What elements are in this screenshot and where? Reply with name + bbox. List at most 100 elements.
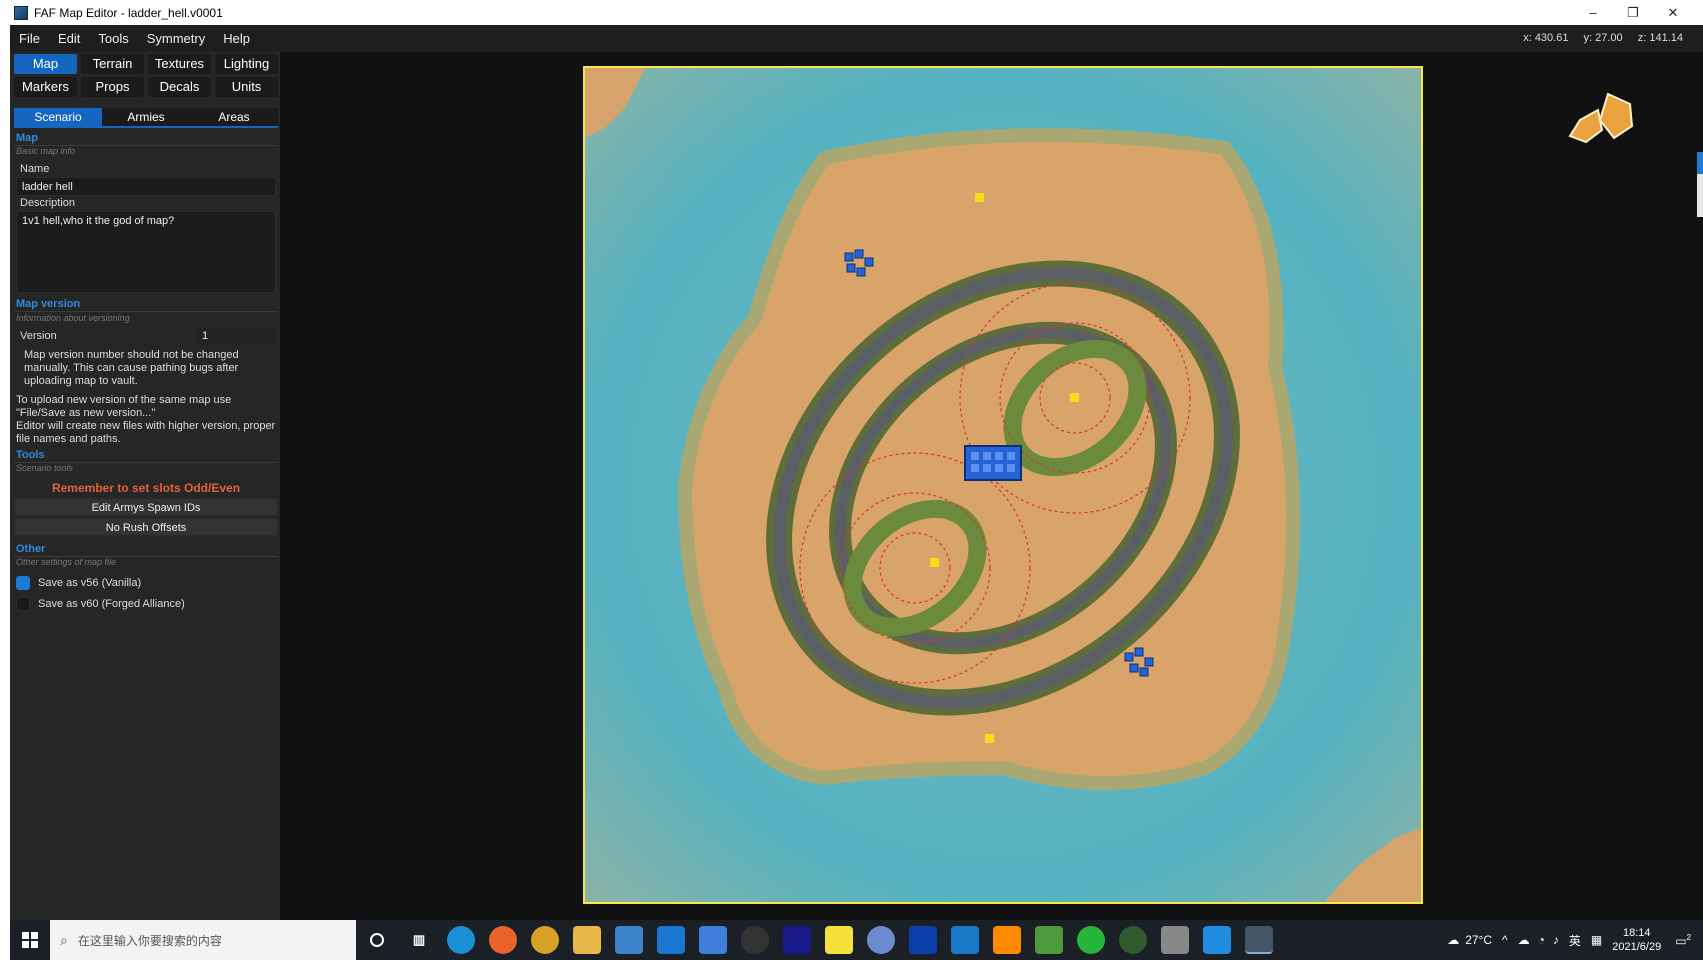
map-preview[interactable] — [583, 66, 1423, 904]
version-label: Version — [20, 330, 57, 342]
taskbar-search[interactable]: ⌕ 在这里输入你要搜索的内容 — [50, 920, 356, 960]
navigation-cube-icon[interactable] — [1560, 90, 1642, 160]
file-explorer-icon[interactable] — [573, 926, 601, 954]
tab-terrain[interactable]: Terrain — [81, 54, 144, 74]
cortana-icon[interactable] — [370, 933, 384, 947]
subtab-armies[interactable]: Armies — [102, 108, 190, 126]
restore-button[interactable]: ❐ — [1613, 0, 1653, 25]
subtab-scenario[interactable]: Scenario — [14, 108, 102, 126]
map-section-subtitle: Basic map info — [16, 146, 76, 156]
app-icon[interactable] — [1077, 926, 1105, 954]
tab-markers[interactable]: Markers — [14, 77, 77, 97]
tab-units[interactable]: Units — [215, 77, 278, 97]
tools-section-title: Tools — [16, 449, 45, 461]
tab-props[interactable]: Props — [81, 77, 144, 97]
menu-symmetry[interactable]: Symmetry — [138, 25, 215, 52]
minimize-button[interactable]: – — [1573, 0, 1613, 25]
version-note-1: Map version number should not be changed… — [24, 349, 239, 387]
store-icon[interactable] — [615, 926, 643, 954]
slots-warning: Remember to set slots Odd/Even — [51, 481, 241, 495]
menu-tools[interactable]: Tools — [89, 25, 137, 52]
description-label: Description — [20, 197, 76, 209]
windows-logo-icon — [22, 932, 38, 948]
scrollbar-thumb[interactable] — [1697, 152, 1703, 174]
windows-taskbar: ⌕ 在这里输入你要搜索的内容 ▥ ☁ 27°C ^ ☁ ◔ ♪ 英 ▦ 18:1… — [10, 920, 1703, 960]
app-icon[interactable] — [867, 926, 895, 954]
left-panel: Map Terrain Textures Lighting Markers Pr… — [10, 52, 280, 920]
other-section-subtitle: Other settings of map file — [16, 557, 117, 567]
divider — [14, 145, 278, 146]
save-v60-label: Save as v60 (Forged Alliance) — [38, 598, 185, 610]
checkbox-checked-icon — [16, 576, 30, 590]
version-section-subtitle: Information about versioning — [16, 313, 130, 323]
notification-count: 2 — [1686, 932, 1691, 942]
version-note-2: To upload new version of the same map us… — [16, 394, 276, 445]
name-label: Name — [20, 163, 50, 175]
coord-z: z: 141.14 — [1637, 32, 1683, 44]
app-icon[interactable] — [1119, 926, 1147, 954]
start-button[interactable] — [10, 920, 50, 960]
subtab-areas[interactable]: Areas — [190, 108, 278, 126]
close-button[interactable]: ✕ — [1653, 0, 1693, 25]
tab-map[interactable]: Map — [14, 54, 77, 74]
map-description-field[interactable]: 1v1 hell,who it the god of map? — [16, 211, 276, 293]
app-icon — [14, 5, 28, 20]
sublime-icon[interactable] — [993, 926, 1021, 954]
system-tray: ☁ 27°C ^ ☁ ◔ ♪ 英 ▦ 18:14 2021/6/29 ▭2 — [1447, 920, 1703, 960]
edit-spawn-ids-button[interactable]: Edit Armys Spawn IDs — [14, 498, 278, 516]
search-icon: ⌕ — [60, 931, 68, 948]
taskbar-clock[interactable]: 18:14 2021/6/29 — [1612, 926, 1661, 954]
app-icon[interactable] — [1203, 926, 1231, 954]
vscode-icon[interactable] — [951, 926, 979, 954]
version-section-title: Map version — [16, 298, 81, 310]
map-editor-taskbar-icon[interactable] — [1245, 926, 1273, 954]
onedrive-icon[interactable]: ☁ — [1518, 933, 1530, 947]
divider — [14, 311, 278, 312]
save-v60-checkbox[interactable]: Save as v60 (Forged Alliance) — [16, 597, 185, 611]
cursor-coordinates: x: 430.61 y: 27.00 z: 141.14 — [1511, 25, 1683, 52]
map-section-title: Map — [16, 132, 38, 144]
app-icon[interactable] — [1161, 926, 1189, 954]
firefox-icon[interactable] — [489, 926, 517, 954]
save-v56-label: Save as v56 (Vanilla) — [38, 577, 142, 589]
save-v56-checkbox[interactable]: Save as v56 (Vanilla) — [16, 576, 141, 590]
keyboard-icon[interactable]: ▦ — [1591, 933, 1602, 947]
temperature[interactable]: 27°C — [1465, 933, 1492, 947]
tab-lighting[interactable]: Lighting — [215, 54, 278, 74]
version-field[interactable]: 1 — [196, 327, 276, 345]
app-icon[interactable] — [699, 926, 727, 954]
menu-file[interactable]: File — [10, 25, 49, 52]
volume-icon[interactable]: ♪ — [1553, 933, 1559, 947]
chevron-up-icon[interactable]: ^ — [1502, 933, 1508, 947]
tab-textures[interactable]: Textures — [148, 54, 211, 74]
editor-window: FAF Map Editor - ladder_hell.v0001 – ❐ ✕… — [10, 0, 1703, 920]
tab-decals[interactable]: Decals — [148, 77, 211, 97]
app-icon[interactable] — [909, 926, 937, 954]
app-icon[interactable] — [1035, 926, 1063, 954]
chrome-icon[interactable] — [531, 926, 559, 954]
notification-icon[interactable]: ▭2 — [1675, 933, 1691, 948]
coord-x: x: 430.61 — [1523, 32, 1569, 44]
app-icon[interactable] — [741, 926, 769, 954]
coord-y: y: 27.00 — [1583, 32, 1623, 44]
map-viewport[interactable] — [280, 52, 1703, 920]
tools-section-subtitle: Scenario tools — [16, 463, 74, 473]
weather-icon[interactable]: ☁ — [1447, 933, 1459, 947]
edge-icon[interactable] — [447, 926, 475, 954]
app-icon[interactable] — [783, 926, 811, 954]
checkbox-unchecked-icon — [16, 597, 30, 611]
viewport-scrollbar[interactable] — [1697, 152, 1703, 217]
mail-icon[interactable] — [657, 926, 685, 954]
network-icon[interactable]: ◔ — [1538, 933, 1545, 947]
other-section-title: Other — [16, 543, 46, 555]
clock-date: 2021/6/29 — [1612, 941, 1662, 953]
window-title: FAF Map Editor - ladder_hell.v0001 — [34, 5, 223, 20]
map-name-field[interactable]: ladder hell — [16, 177, 276, 196]
task-view-icon[interactable]: ▥ — [405, 926, 433, 954]
no-rush-offsets-button[interactable]: No Rush Offsets — [14, 518, 278, 536]
ime-indicator[interactable]: 英 — [1569, 932, 1581, 949]
menu-edit[interactable]: Edit — [49, 25, 89, 52]
pycharm-icon[interactable] — [825, 926, 853, 954]
menu-help[interactable]: Help — [214, 25, 259, 52]
title-bar: FAF Map Editor - ladder_hell.v0001 – ❐ ✕ — [10, 0, 1703, 25]
